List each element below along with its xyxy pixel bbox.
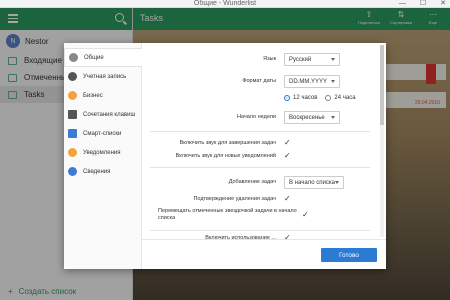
sound-notify-label: Включить звук для новых уведомлений [175, 152, 276, 159]
language-select[interactable]: Русский [284, 53, 340, 66]
settings-scrollbar[interactable] [380, 45, 384, 237]
chevron-down-icon [335, 181, 339, 184]
scrollbar-thumb[interactable] [380, 45, 384, 125]
language-label: Язык [263, 56, 276, 62]
section-divider [150, 131, 370, 132]
sound-complete-checkbox[interactable]: ✓ [284, 139, 291, 147]
settings-nav-general[interactable]: Общие [64, 48, 142, 67]
move-starred-label: Перемещать отмеченные звездочкой задачи … [158, 208, 297, 221]
date-format-value: DD.MM.YYYY [289, 78, 328, 85]
add-tasks-value: В начало списка [289, 179, 335, 186]
smart-list-icon [68, 129, 77, 138]
settings-nav-smart-lists[interactable]: Смарт-списки [64, 124, 141, 143]
settings-nav-about[interactable]: Сведения [64, 162, 141, 181]
week-start-value: Воскресенье [289, 114, 325, 121]
nav-label: Сочетания клавиш [83, 111, 136, 118]
chevron-down-icon [331, 116, 335, 119]
settings-nav: Общие Учетная запись Бизнес Сочетания кл… [64, 43, 142, 269]
section-divider [150, 167, 370, 168]
radio-unselected-icon [325, 95, 332, 101]
gear-icon [69, 53, 78, 62]
radio-selected-icon [284, 95, 290, 101]
nav-label: Смарт-списки [83, 130, 122, 137]
sound-notify-checkbox[interactable]: ✓ [284, 152, 291, 160]
done-button[interactable]: Готово [321, 248, 377, 262]
confirm-delete-label: Подтверждение удаления задач [193, 195, 276, 202]
settings-nav-notifications[interactable]: Уведомления [64, 143, 141, 162]
confirm-delete-checkbox[interactable]: ✓ [284, 195, 291, 203]
week-start-select[interactable]: Воскресенье [284, 111, 340, 124]
date-format-label: Формат даты [242, 78, 276, 84]
nav-label: Учетная запись [83, 73, 127, 80]
settings-nav-account[interactable]: Учетная запись [64, 67, 141, 86]
window-title-bar: Общие - Wunderlist — ☐ ✕ [0, 0, 450, 8]
radio-12-hours[interactable]: 12 часов [284, 95, 317, 101]
keyboard-icon [68, 110, 77, 119]
section-divider [150, 230, 370, 231]
nav-label: Сведения [83, 168, 111, 175]
close-icon[interactable]: ✕ [440, 0, 446, 8]
add-tasks-label: Добавление задач [228, 179, 276, 185]
bell-icon [68, 148, 77, 157]
info-icon [68, 167, 77, 176]
nav-label: Общие [84, 54, 104, 61]
nav-label: Уведомления [83, 149, 121, 156]
settings-nav-business[interactable]: Бизнес [64, 86, 141, 105]
nav-label: Бизнес [83, 92, 103, 99]
radio-24-hours[interactable]: 24 часа [325, 95, 356, 101]
move-starred-checkbox[interactable]: ✓ [302, 211, 309, 219]
add-tasks-select[interactable]: В начало списка [284, 176, 344, 189]
sound-complete-label: Включить звук для завершения задач [179, 139, 276, 146]
chevron-down-icon [331, 58, 335, 61]
date-format-select[interactable]: DD.MM.YYYY [284, 75, 340, 88]
settings-content: Язык Русский Формат даты DD.MM.YYYY 12 ч… [142, 43, 386, 269]
settings-dialog: Общие Учетная запись Бизнес Сочетания кл… [64, 43, 386, 269]
settings-nav-shortcuts[interactable]: Сочетания клавиш [64, 105, 141, 124]
radio-label: 12 часов [293, 95, 318, 101]
language-value: Русский [289, 56, 312, 63]
user-icon [68, 72, 77, 81]
chevron-down-icon [331, 80, 335, 83]
dialog-footer: Готово [142, 239, 386, 269]
minimize-icon[interactable]: — [399, 0, 406, 8]
business-icon [68, 91, 77, 100]
maximize-icon[interactable]: ☐ [420, 0, 426, 8]
week-start-label: Начало недели [236, 114, 276, 120]
radio-label: 24 часа [334, 95, 356, 101]
window-title: Общие - Wunderlist [193, 0, 257, 7]
